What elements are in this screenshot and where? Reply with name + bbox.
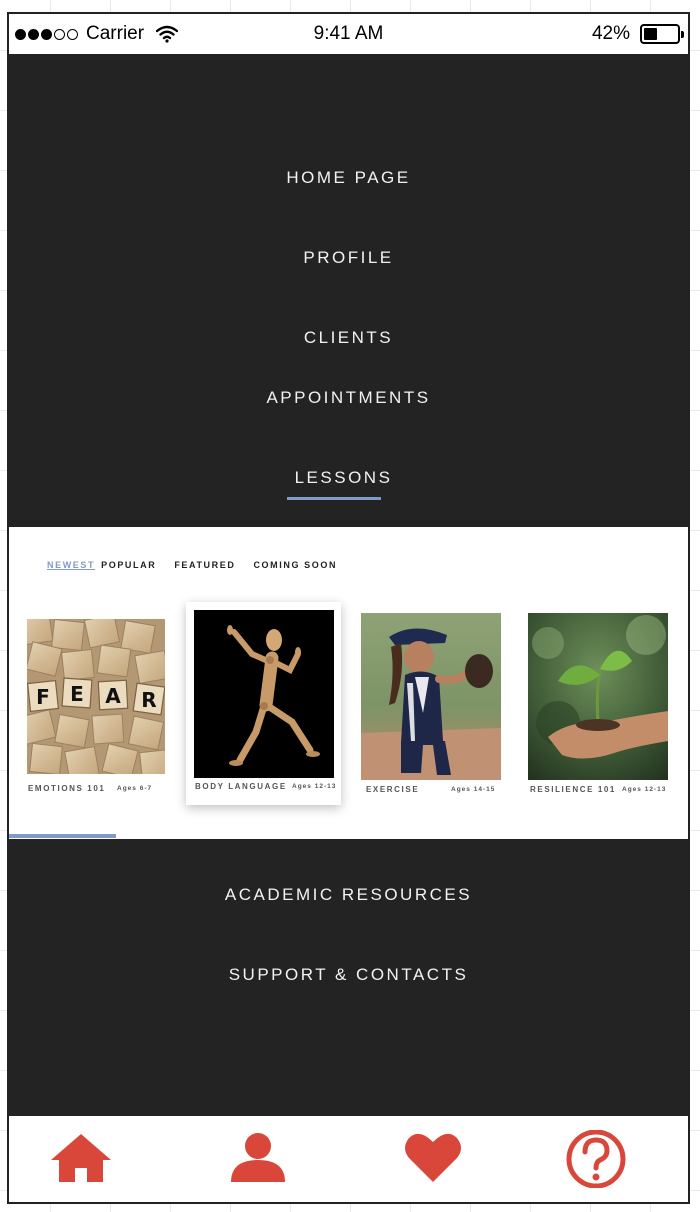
menu-item-lessons[interactable]: LESSONS [9,468,688,488]
menu-top-section: HOME PAGE PROFILE CLIENTS APPOINTMENTS L… [9,54,688,527]
menu-item-home[interactable]: HOME PAGE [9,168,688,188]
sprout-in-hand-image [528,613,668,780]
status-bar: Carrier 9:41 AM 42% [9,14,688,54]
card-title: RESILIENCE 101 [530,785,616,794]
card-ages: Ages 12-13 [292,783,337,790]
card-ages: Ages 12-13 [622,786,667,793]
lessons-active-underline [287,497,381,500]
card-title: BODY LANGUAGE [195,782,287,791]
filter-tabs: NEWEST POPULAR FEATURED COMING SOON [47,560,355,570]
lesson-card-body-language[interactable]: BODY LANGUAGE Ages 12-13 [186,602,341,805]
battery-percent: 42% [591,23,630,44]
tab-profile[interactable] [227,1130,289,1191]
softball-player-image [361,613,501,780]
tile-letter-a: A [105,684,121,708]
resilience-thumbnail [528,613,668,780]
filter-tab-popular[interactable]: POPULAR [101,560,156,570]
status-right: 42% [591,23,684,45]
body-language-thumbnail [194,610,334,778]
card-ages: Ages 14-15 [451,786,496,793]
card-title: EMOTIONS 101 [28,784,106,793]
tile-letter-f: F [36,685,50,709]
lessons-panel: NEWEST POPULAR FEATURED COMING SOON F E … [9,527,688,839]
lesson-card-exercise[interactable]: EXERCISE Ages 14-15 [361,613,511,795]
tab-favorites[interactable] [403,1130,463,1191]
emotions-thumbnail: F E A R [27,619,165,774]
bottom-tab-bar [9,1116,688,1202]
user-icon [231,1133,285,1182]
tab-home[interactable] [47,1130,115,1191]
wooden-mannequin-image [194,610,334,778]
menu-item-academic-resources[interactable]: ACADEMIC RESOURCES [9,885,688,905]
filter-tab-coming-soon[interactable]: COMING SOON [253,560,337,570]
status-time: 9:41 AM [313,23,384,44]
card-ages: Ages 6-7 [117,785,153,792]
lesson-card-resilience[interactable]: RESILIENCE 101 Ages 12-13 [528,613,678,795]
help-icon [566,1129,626,1189]
tab-help[interactable] [563,1129,629,1193]
menu-item-clients[interactable]: CLIENTS [9,328,688,348]
exercise-thumbnail [361,613,501,780]
tile-letter-e: E [70,682,84,706]
home-icon [51,1134,111,1182]
lesson-card-emotions[interactable]: F E A R EMOTIONS 101 Ages 6-7 [27,619,167,797]
filter-tab-featured[interactable]: FEATURED [174,560,235,570]
heart-icon [405,1133,461,1182]
carousel-scroll-indicator [9,834,116,838]
battery-icon [640,24,684,44]
menu-item-appointments[interactable]: APPOINTMENTS [9,388,688,408]
menu-bottom-section: ACADEMIC RESOURCES SUPPORT & CONTACTS [9,839,688,1119]
menu-item-support-contacts[interactable]: SUPPORT & CONTACTS [9,965,688,985]
filter-tab-newest[interactable]: NEWEST [47,560,95,570]
scrabble-tiles-image: F E A R [27,619,165,774]
menu-item-profile[interactable]: PROFILE [9,248,688,268]
card-title: EXERCISE [366,785,420,794]
tile-letter-r: R [141,688,156,712]
phone-frame: Carrier 9:41 AM 42% HOME PAGE PROFILE CL… [7,12,690,1204]
